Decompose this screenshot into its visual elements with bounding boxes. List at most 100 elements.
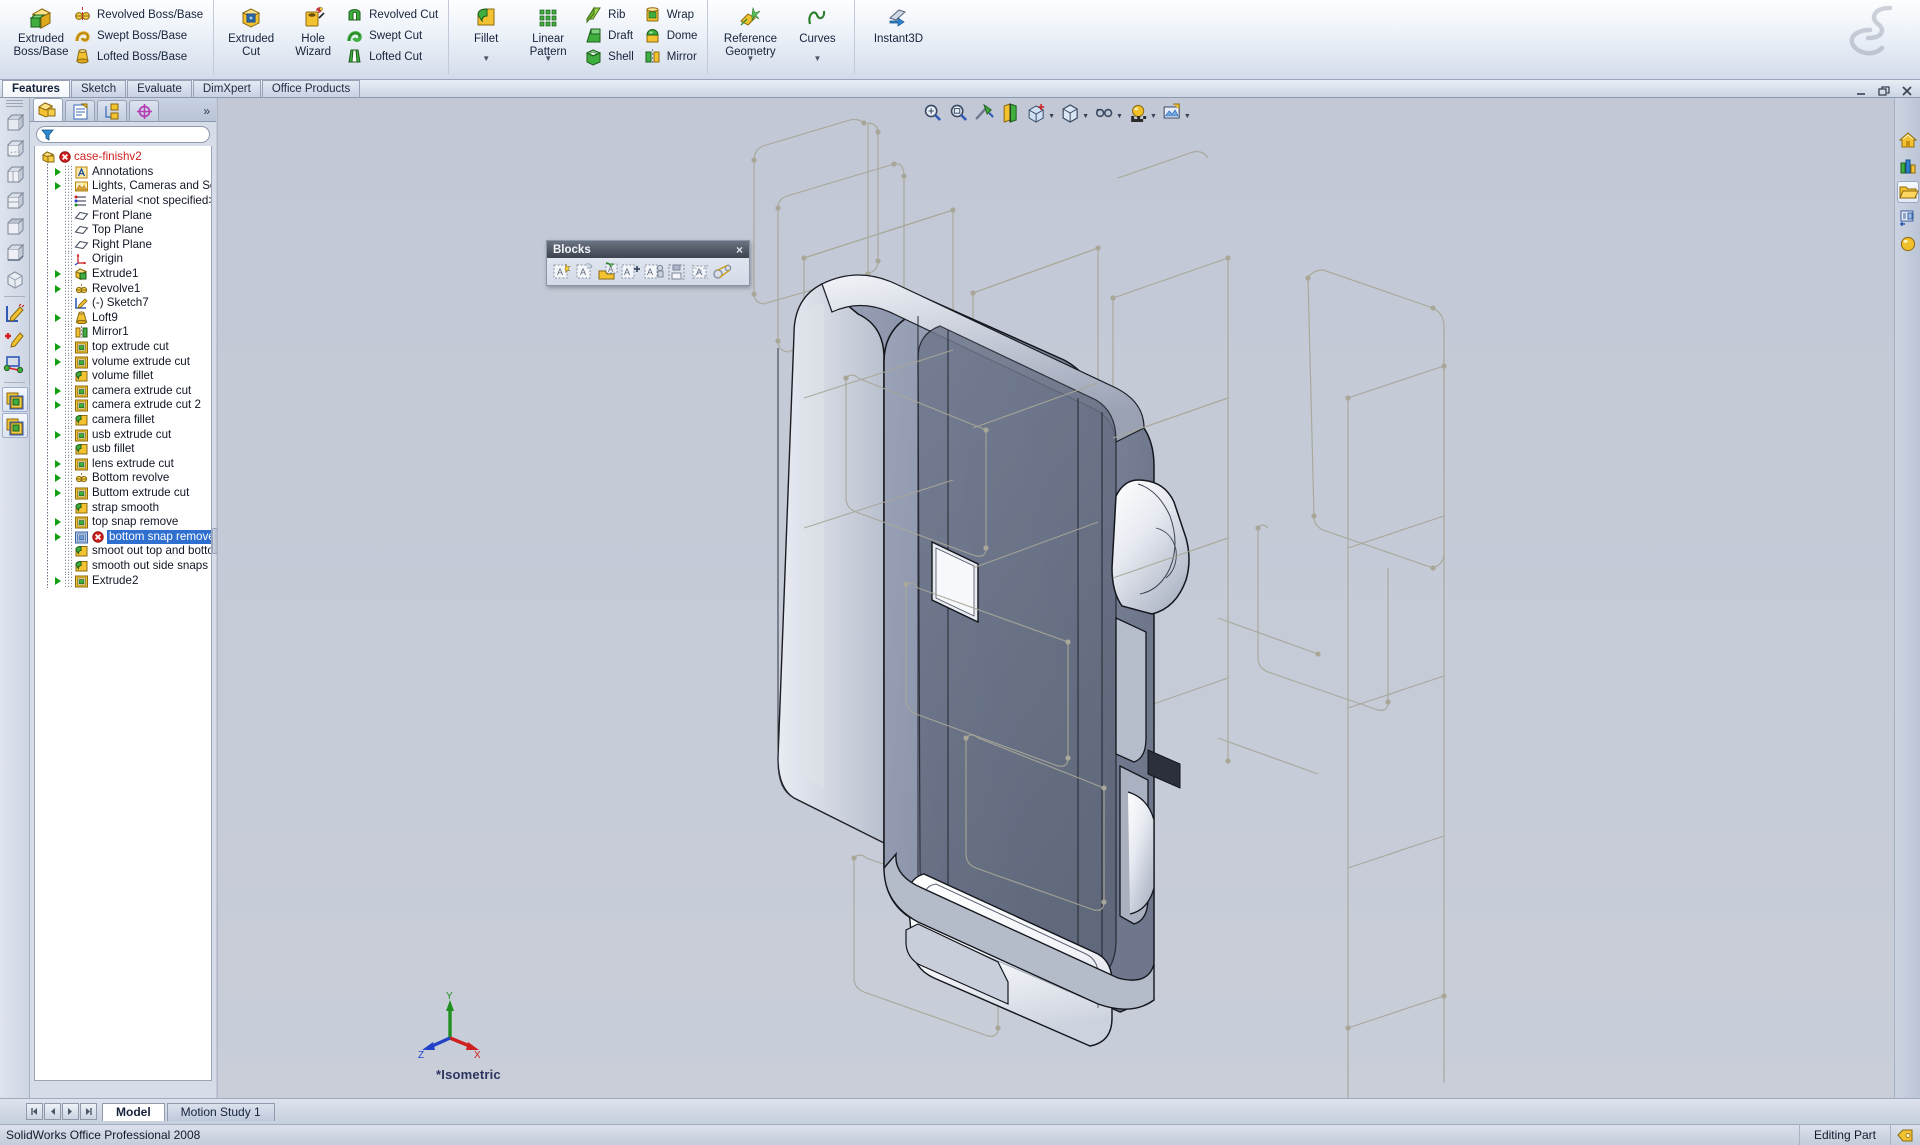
feature-tree-item[interactable]: Annotations [41, 164, 211, 180]
shell-button[interactable]: Shell [583, 46, 638, 67]
view-palette-icon[interactable] [1897, 207, 1919, 229]
phone-case-3d-model[interactable] [218, 98, 1894, 1098]
next-tab-button[interactable] [62, 1103, 79, 1120]
reference-geometry-button[interactable]: Reference Geometry [714, 2, 786, 58]
close-window-button[interactable] [1900, 84, 1914, 98]
close-icon[interactable]: × [736, 243, 745, 257]
extruded-boss-base-button[interactable]: Extruded Boss/Base [10, 2, 72, 58]
tab-features[interactable]: Features [2, 80, 70, 97]
feature-tree-item[interactable]: Extrude2 [41, 573, 211, 588]
linear-pattern-dropdown-arrow[interactable]: ▼ [517, 55, 579, 63]
edit-appearance-dropdown-arrow[interactable]: ▼ [1150, 113, 1157, 120]
sketch-tool-icon[interactable] [2, 301, 28, 326]
add-sketch-icon[interactable] [2, 327, 28, 352]
rail-drag-handle[interactable] [6, 100, 23, 108]
view-orientation-dropdown-arrow[interactable]: ▼ [1048, 113, 1055, 120]
feature-tree-root[interactable]: case-finishv2 [41, 150, 211, 165]
dimxpert-manager-tab[interactable] [129, 100, 159, 121]
feature-tree-item[interactable]: usb fillet [41, 441, 211, 457]
right-view-icon[interactable] [2, 189, 28, 214]
file-explorer-icon[interactable] [1896, 181, 1919, 203]
feature-tree-item[interactable]: volume extrude cut [41, 354, 211, 369]
feature-tree-item[interactable]: (-) Sketch7 [41, 295, 211, 311]
explode-block-icon[interactable]: A [689, 261, 711, 282]
instant3d-button[interactable]: Instant3D [861, 2, 935, 46]
apply-scene-dropdown-arrow[interactable]: ▼ [1184, 113, 1191, 120]
back-view-icon[interactable] [2, 137, 28, 162]
feature-tree-item[interactable]: bottom snap remove [41, 529, 211, 545]
feature-design-tree[interactable]: case-finishv2 Annotations Lights, Cameras … [35, 146, 211, 588]
feature-tree-item[interactable]: Top Plane [41, 222, 211, 238]
feature-tree-item[interactable]: camera extrude cut 2 [41, 398, 211, 413]
expand-arrow-icon[interactable] [52, 401, 63, 410]
expand-arrow-icon[interactable] [52, 343, 63, 352]
make-block-icon[interactable]: A [551, 261, 573, 282]
revolved-boss-base-button[interactable]: Revolved Boss/Base [72, 4, 207, 25]
expand-arrow-icon[interactable] [52, 313, 63, 322]
top-view-icon[interactable] [2, 215, 28, 240]
rib-button[interactable]: Rib [583, 4, 638, 25]
bottom-view-icon[interactable] [2, 241, 28, 266]
zoom-to-fit-icon[interactable] [920, 101, 944, 125]
curves-button[interactable]: Curves [786, 2, 848, 54]
expand-arrow-icon[interactable] [52, 430, 63, 439]
draft-button[interactable]: Draft [583, 25, 638, 46]
fillet-button[interactable]: Fillet [455, 2, 517, 54]
feature-tree-item[interactable]: lens extrude cut [41, 456, 211, 472]
edit-block-icon[interactable]: A [574, 261, 596, 282]
appearances-scenes-icon[interactable] [1897, 233, 1919, 255]
property-manager-tab[interactable] [65, 100, 95, 121]
add-remove-entities-icon[interactable]: A [620, 261, 642, 282]
restore-window-button[interactable] [1877, 84, 1891, 98]
feature-tree-filter-input[interactable] [36, 126, 210, 143]
feature-tree-item[interactable]: smooth out side snaps [41, 558, 211, 574]
configuration-icon[interactable] [1, 413, 28, 438]
hide-show-dropdown-arrow[interactable]: ▼ [1116, 113, 1123, 120]
tab-sketch[interactable]: Sketch [70, 80, 127, 97]
reference-geometry-dropdown-arrow[interactable]: ▼ [714, 55, 786, 63]
feature-manager-more-tabs[interactable]: » [203, 104, 216, 121]
swept-cut-button[interactable]: Swept Cut [344, 25, 442, 46]
display-style-icon[interactable] [1058, 101, 1082, 125]
section-view-icon[interactable] [998, 101, 1022, 125]
prev-tab-button[interactable] [44, 1103, 61, 1120]
revolved-cut-button[interactable]: Revolved Cut [344, 4, 442, 25]
isometric-view-icon[interactable] [2, 267, 28, 292]
tag-icon[interactable] [1890, 1124, 1920, 1145]
previous-view-icon[interactable] [972, 101, 996, 125]
feature-tree-item[interactable]: top snap remove [41, 514, 211, 530]
rebuild-block-icon[interactable]: A [643, 261, 665, 282]
expand-arrow-icon[interactable] [52, 488, 63, 497]
tab-evaluate[interactable]: Evaluate [127, 80, 192, 97]
feature-tree-container[interactable]: case-finishv2 Annotations Lights, Cameras … [34, 146, 212, 1081]
display-state-icon[interactable] [1, 387, 28, 412]
blocks-toolbar[interactable]: Blocks × A A A A A A [546, 240, 750, 286]
graphics-viewport[interactable]: ▼ ▼ ▼ ▼ ▼ Blocks × A A A A A A Y X Z *Is… [217, 98, 1894, 1098]
belt-chain-icon[interactable] [712, 261, 734, 282]
feature-tree-item[interactable]: Extrude1 [41, 266, 211, 282]
view-orientation-icon[interactable] [1024, 101, 1048, 125]
fillet-dropdown-arrow[interactable]: ▼ [455, 55, 517, 63]
bottom-tab-model[interactable]: Model [102, 1102, 165, 1121]
dome-button[interactable]: Dome [642, 25, 702, 46]
feature-tree-item[interactable]: volume fillet [41, 368, 211, 384]
bottom-tab-motion-study[interactable]: Motion Study 1 [166, 1102, 275, 1121]
tab-dimxpert[interactable]: DimXpert [192, 80, 261, 97]
edit-appearance-icon[interactable] [1126, 101, 1150, 125]
extruded-cut-button[interactable]: Extruded Cut [220, 2, 282, 58]
expand-arrow-icon[interactable] [52, 518, 63, 527]
feature-tree-item[interactable]: Lights, Cameras and Scene [41, 179, 211, 194]
lofted-cut-button[interactable]: Lofted Cut [344, 46, 442, 67]
zoom-to-area-icon[interactable] [946, 101, 970, 125]
wrap-button[interactable]: Wrap [642, 4, 702, 25]
left-view-icon[interactable] [2, 163, 28, 188]
expand-arrow-icon[interactable] [52, 270, 63, 279]
feature-tree-item[interactable]: top extrude cut [41, 339, 211, 355]
feature-tree-item[interactable]: Front Plane [41, 208, 211, 223]
linear-pattern-button[interactable]: Linear Pattern [517, 2, 579, 58]
lofted-boss-base-button[interactable]: Lofted Boss/Base [72, 46, 207, 67]
hole-wizard-button[interactable]: Hole Wizard [282, 2, 344, 58]
solidworks-resources-icon[interactable] [1897, 129, 1919, 151]
feature-tree-item[interactable]: strap smooth [41, 500, 211, 515]
expand-arrow-icon[interactable] [52, 576, 63, 585]
